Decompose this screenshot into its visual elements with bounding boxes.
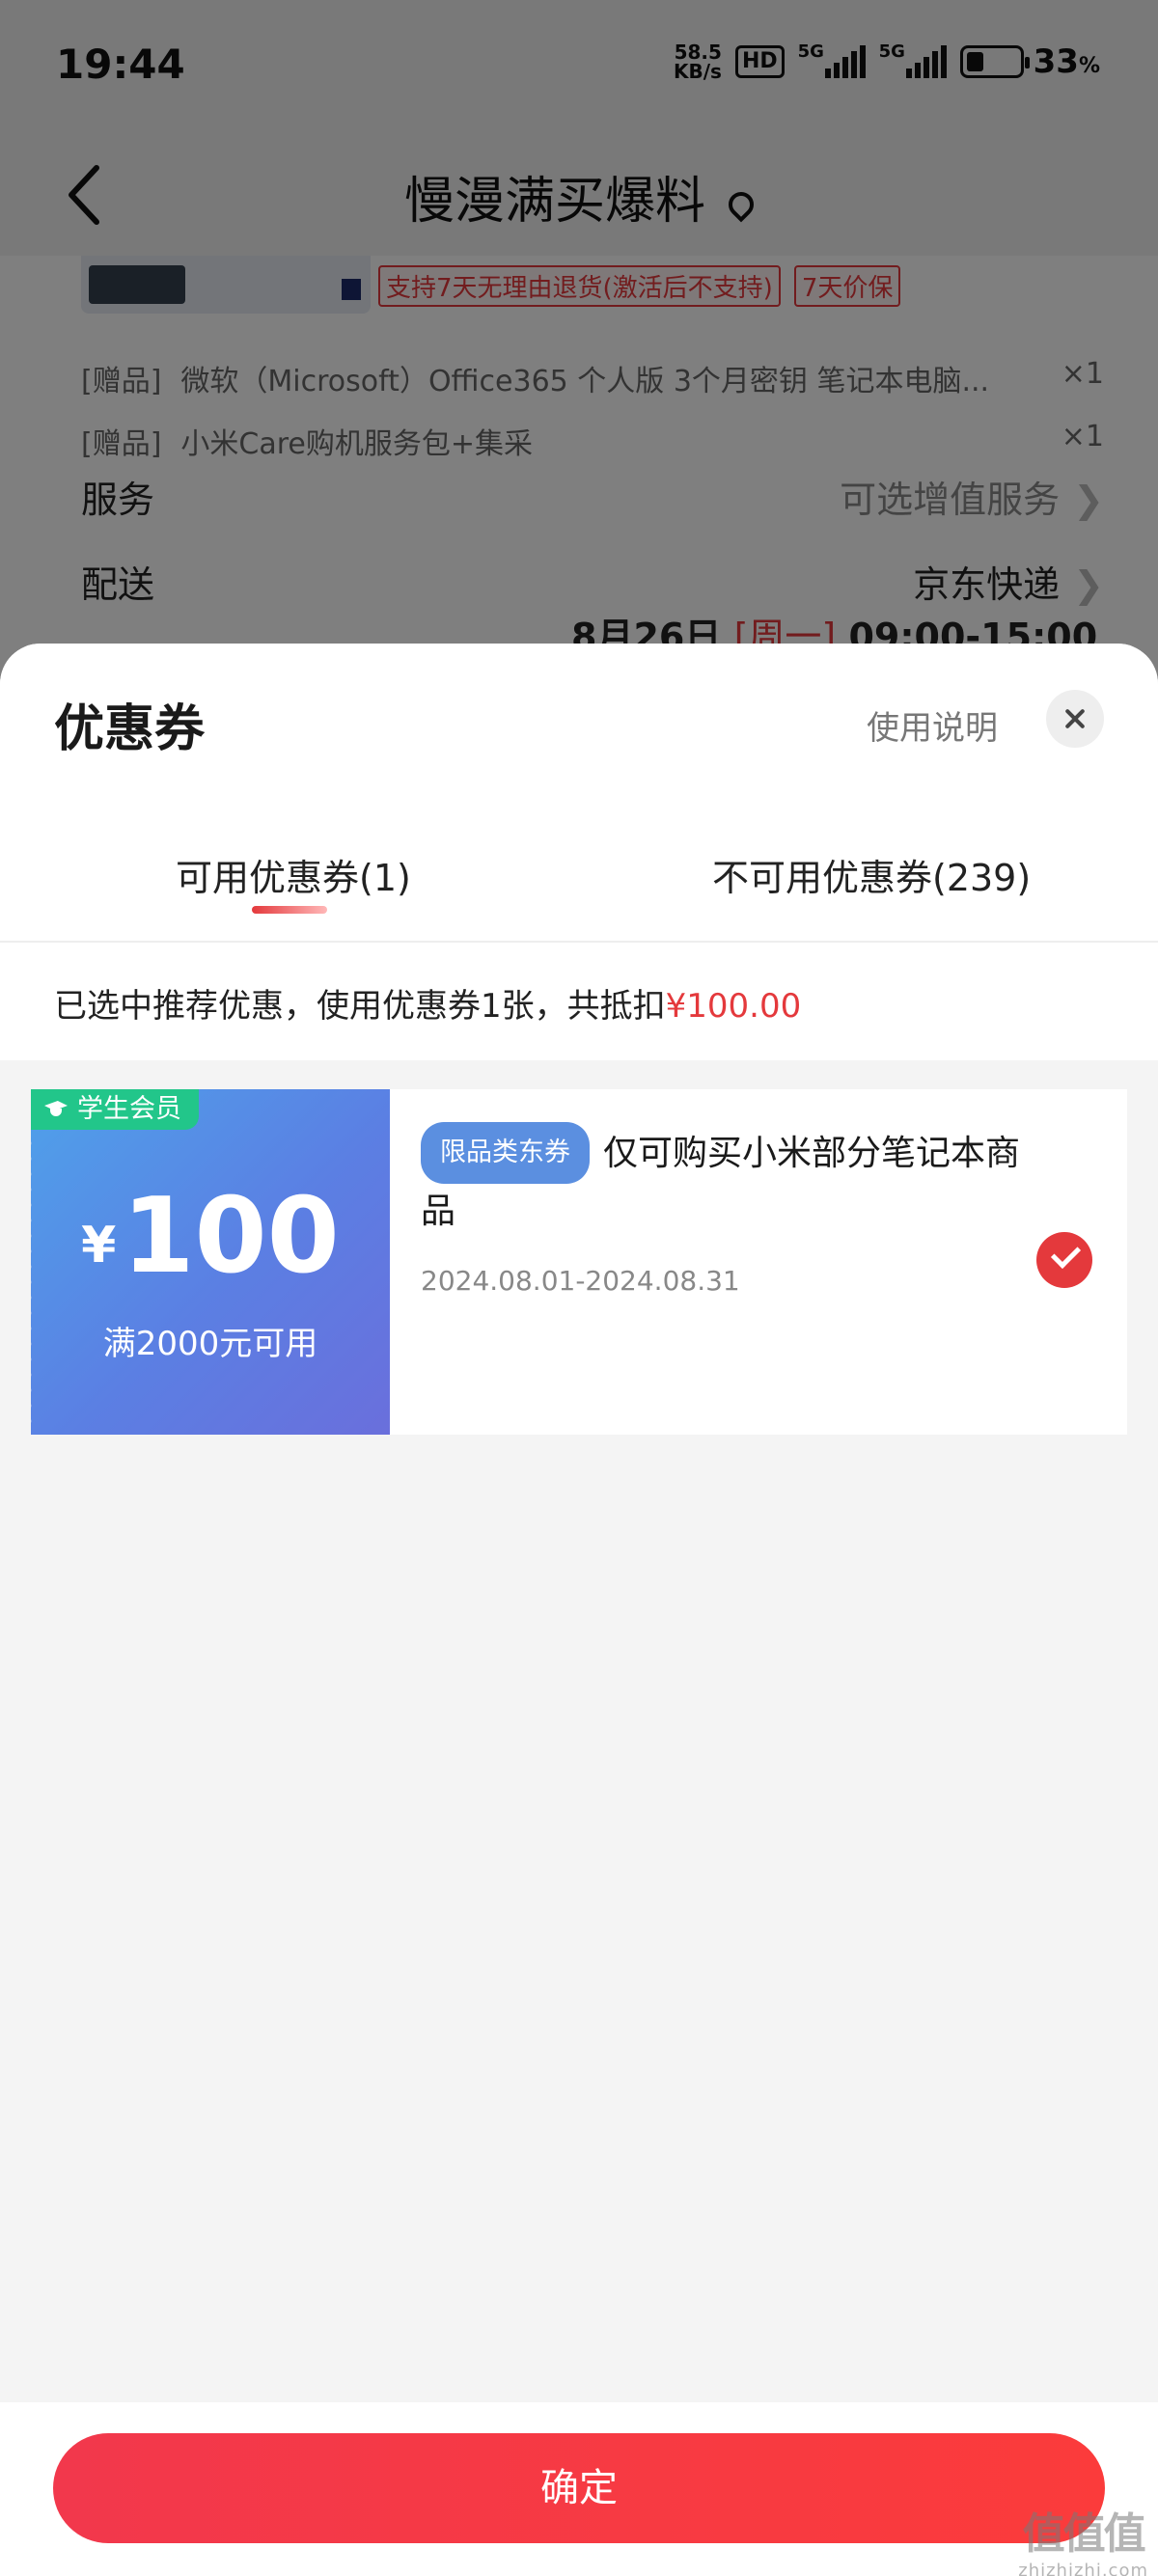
coupon-details: 限品类东券 仅可购买小米部分笔记本商品 2024.08.01-2024.08.31 <box>421 1122 1038 1297</box>
selected-check-icon[interactable] <box>1036 1232 1092 1288</box>
tab-unavailable-coupons[interactable]: 不可用优惠券(239) <box>712 848 1031 901</box>
close-icon[interactable] <box>1046 690 1104 748</box>
coupon-value-panel: 学生会员 ¥100 满2000元可用 <box>25 1089 390 1435</box>
coupon-condition: 满2000元可用 <box>102 1325 318 1363</box>
active-tab-indicator <box>252 906 327 914</box>
discount-amount: ¥100.00 <box>665 987 802 1026</box>
sheet-title: 优惠券 <box>54 700 206 758</box>
coupon-validity: 2024.08.01-2024.08.31 <box>421 1265 740 1297</box>
modal-overlay[interactable] <box>0 0 1158 675</box>
coupon-sheet: 优惠券 使用说明 可用优惠券(1) 不可用优惠券(239) 已选中推荐优惠，使用… <box>0 644 1158 2576</box>
order-page-background: 19:44 58.5 KB/s HD 5G 5G 33% <box>0 0 1158 680</box>
usage-help-link[interactable]: 使用说明 <box>867 701 998 749</box>
coupon-card[interactable]: 学生会员 ¥100 满2000元可用 限品类东券 仅可购买小米部分笔记本商品 20… <box>25 1089 1127 1435</box>
coupon-type-tag: 限品类东券 <box>421 1122 590 1184</box>
discount-summary: 已选中推荐优惠，使用优惠券1张，共抵扣¥100.00 <box>0 943 1158 1060</box>
coupon-amount: ¥100 <box>81 1176 340 1297</box>
bottom-bar: 确定 <box>0 2402 1158 2576</box>
confirm-button[interactable]: 确定 <box>53 2433 1105 2543</box>
student-member-badge: 学生会员 <box>31 1089 199 1130</box>
tab-available-coupons[interactable]: 可用优惠券(1) <box>176 848 411 901</box>
watermark-logo: 值值值 zhizhizhi.com <box>1018 2509 1148 2576</box>
graduation-cap-icon <box>42 1101 69 1118</box>
sheet-header: 优惠券 使用说明 可用优惠券(1) 不可用优惠券(239) <box>0 644 1158 943</box>
